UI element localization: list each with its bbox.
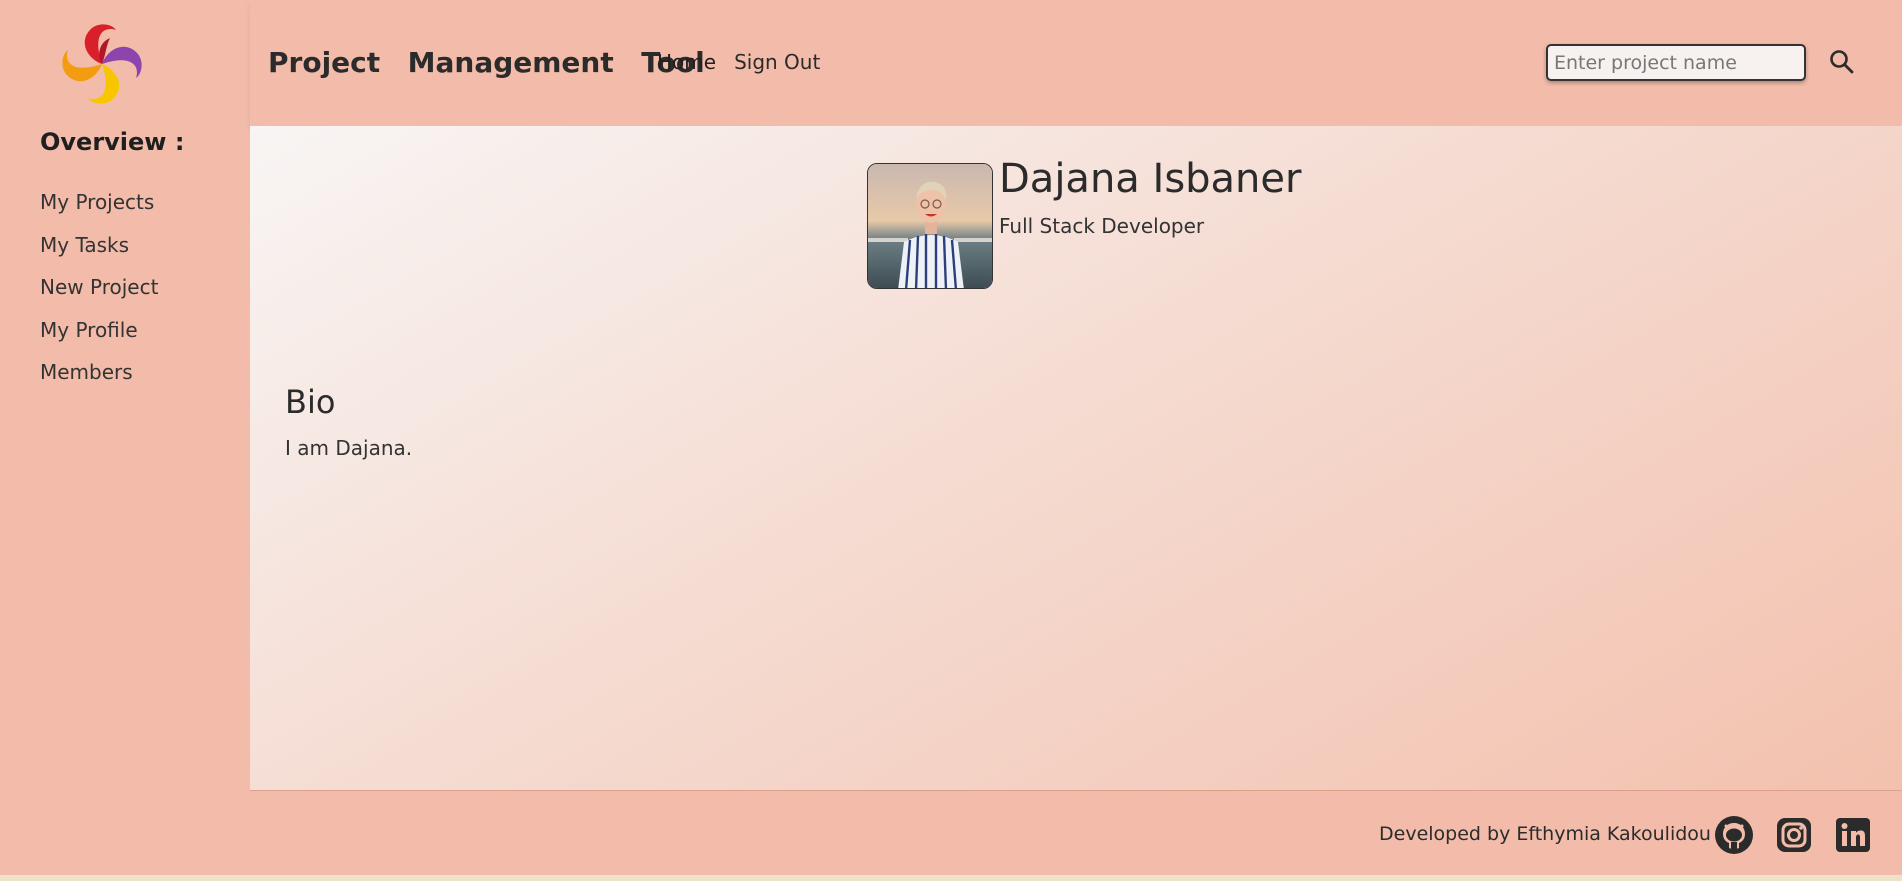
- sidebar-nav: My Projects My Tasks New Project My Prof…: [40, 188, 158, 401]
- project-search-input[interactable]: [1546, 44, 1806, 81]
- footer-credit: Developed by Efthymia Kakoulidou: [1379, 823, 1711, 845]
- app-title: Project Management Tool: [268, 46, 705, 79]
- top-nav: Home Sign Out: [657, 50, 820, 74]
- top-header: Project Management Tool Home Sign Out: [250, 0, 1902, 126]
- profile-role: Full Stack Developer: [999, 214, 1205, 238]
- profile-avatar: [867, 163, 993, 289]
- bio-title: Bio: [285, 383, 336, 421]
- window-bottom-strip: [0, 875, 1902, 881]
- search-icon[interactable]: [1828, 48, 1856, 76]
- linkedin-icon[interactable]: [1833, 815, 1873, 855]
- app-logo[interactable]: [56, 18, 148, 110]
- bio-text: I am Dajana.: [285, 436, 413, 460]
- instagram-icon[interactable]: [1774, 815, 1814, 855]
- nav-home-link[interactable]: Home: [657, 50, 716, 74]
- profile-name: Dajana Isbaner: [999, 156, 1302, 202]
- sidebar-item-my-projects[interactable]: My Projects: [40, 188, 158, 231]
- profile-content: Dajana Isbaner Full Stack Developer Bio …: [250, 126, 1902, 791]
- sidebar-item-new-project[interactable]: New Project: [40, 273, 158, 316]
- github-icon[interactable]: [1714, 815, 1754, 855]
- sidebar: Overview : My Projects My Tasks New Proj…: [0, 0, 250, 881]
- sidebar-item-my-profile[interactable]: My Profile: [40, 316, 158, 359]
- overview-title: Overview :: [40, 128, 185, 156]
- nav-sign-out-link[interactable]: Sign Out: [734, 50, 820, 74]
- sidebar-item-members[interactable]: Members: [40, 358, 158, 401]
- sidebar-item-my-tasks[interactable]: My Tasks: [40, 231, 158, 274]
